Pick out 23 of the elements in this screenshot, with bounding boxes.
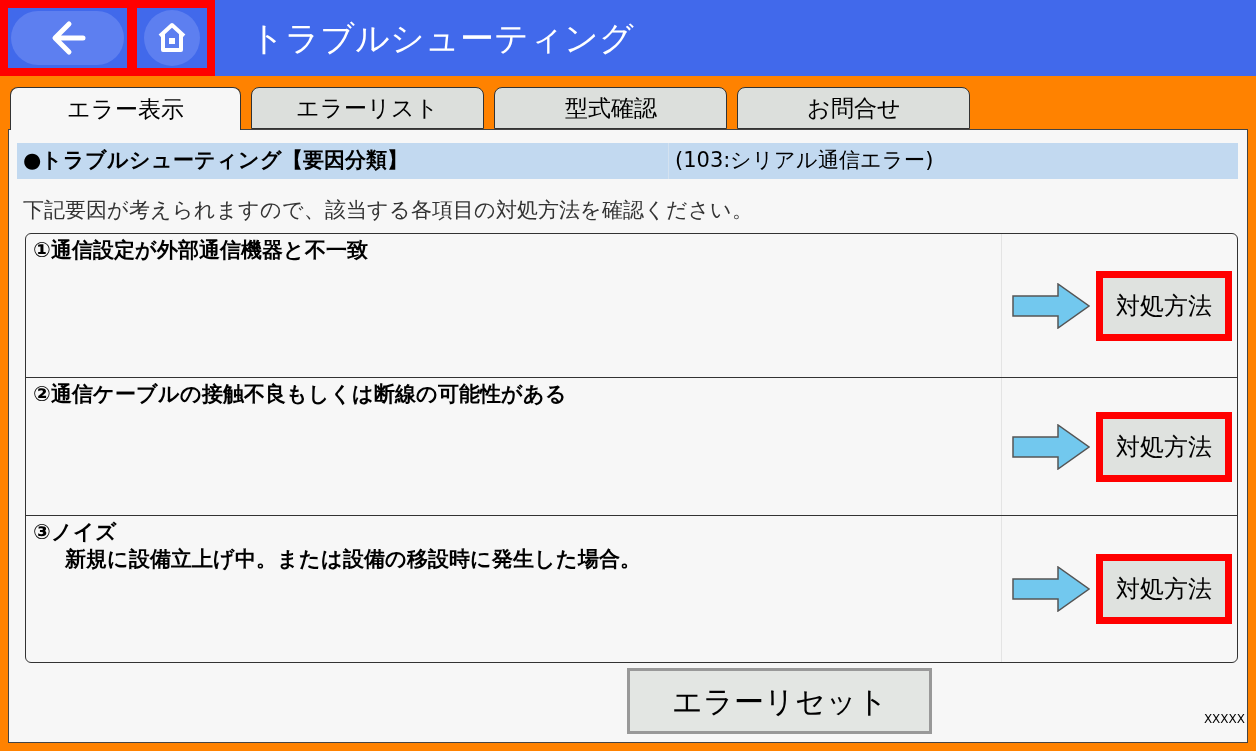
cause-detail: 新規に設備立上げ中。または設備の移設時に発生した場合。 bbox=[65, 546, 641, 573]
home-icon bbox=[144, 10, 200, 66]
cause-title: ③ノイズ bbox=[33, 519, 117, 546]
tab[interactable]: お問合せ bbox=[737, 87, 970, 129]
home-button[interactable] bbox=[135, 0, 215, 76]
back-button[interactable] bbox=[0, 0, 135, 76]
remedy-button[interactable]: 対処方法 bbox=[1096, 554, 1232, 624]
error-code: (103:シリアル通信エラー) bbox=[674, 147, 934, 175]
cause-title: ①通信設定が外部通信機器と不一致 bbox=[33, 237, 368, 264]
right-arrow-icon bbox=[1012, 282, 1090, 329]
tab[interactable]: エラー表示 bbox=[10, 87, 241, 130]
remedy-button[interactable]: 対処方法 bbox=[1096, 411, 1232, 482]
error-reset-button[interactable]: エラーリセット bbox=[627, 668, 932, 734]
remedy-button[interactable]: 対処方法 bbox=[1096, 270, 1232, 341]
instruction-text: 下記要因が考えられますので、該当する各項目の対処方法を確認ください。 bbox=[22, 197, 754, 224]
right-arrow-icon bbox=[1012, 566, 1090, 612]
tab[interactable]: エラーリスト bbox=[251, 87, 484, 129]
tab[interactable]: 型式確認 bbox=[494, 87, 727, 129]
section-title: ●トラブルシューティング【要因分類】 bbox=[17, 143, 669, 179]
screen-title: トラブルシューティング bbox=[250, 21, 634, 55]
cause-title: ②通信ケーブルの接触不良もしくは断線の可能性がある bbox=[33, 381, 567, 408]
screen-code: XXXXX bbox=[1203, 713, 1245, 725]
right-arrow-icon bbox=[1012, 423, 1090, 470]
